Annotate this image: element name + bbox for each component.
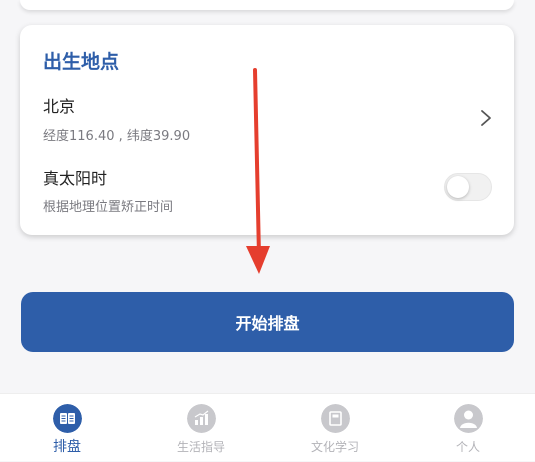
tab-profile[interactable]: 个人	[401, 394, 535, 462]
tab-label: 文化学习	[310, 440, 359, 454]
birth-place-title: 出生地点	[43, 51, 120, 73]
start-button[interactable]: 开始排盘	[21, 292, 514, 352]
birth-place-card: 出生地点 北京 经度116.40 , 纬度39.90 真太阳时 根据地理位置矫正…	[20, 25, 514, 235]
true-solar-time-description: 根据地理位置矫正时间	[43, 200, 174, 215]
tab-label: 排盘	[53, 439, 81, 455]
chart-icon	[186, 404, 216, 433]
tab-label: 个人	[455, 440, 480, 454]
location-coordinates: 经度116.40 , 纬度39.90	[43, 129, 191, 144]
tab-life-guidance[interactable]: 生活指导	[134, 394, 268, 462]
book-icon	[52, 404, 82, 433]
chevron-right-icon[interactable]	[480, 109, 492, 127]
user-icon	[453, 404, 483, 433]
notebook-icon	[320, 404, 350, 433]
toggle-knob	[447, 176, 469, 198]
location-city: 北京	[43, 97, 76, 116]
tab-label: 生活指导	[176, 440, 225, 454]
tab-culture-learning[interactable]: 文化学习	[268, 394, 402, 462]
previous-card-bottom	[20, 0, 514, 10]
true-solar-time-label: 真太阳时	[43, 169, 108, 188]
true-solar-time-toggle[interactable]	[444, 173, 492, 201]
tab-paipan[interactable]: 排盘	[0, 394, 134, 462]
bottom-tab-bar: 排盘 生活指导 文化学习 个人	[0, 393, 535, 461]
